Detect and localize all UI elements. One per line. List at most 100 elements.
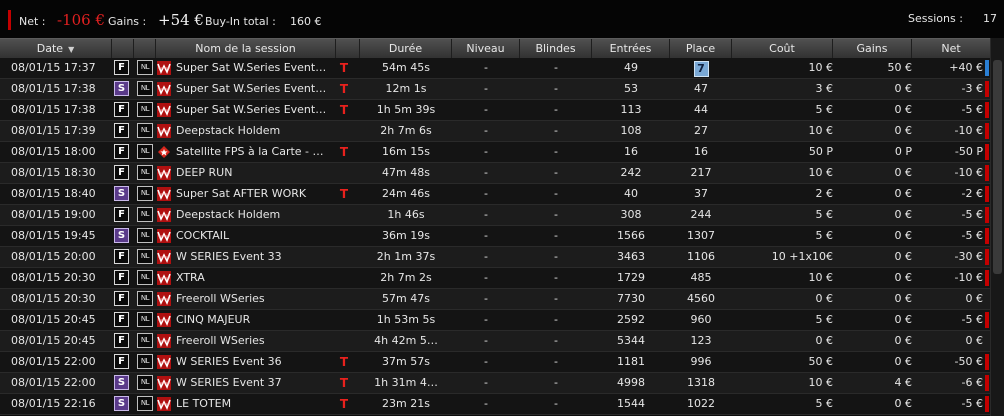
- column-header-blindes[interactable]: Blindes: [520, 39, 592, 58]
- table-row[interactable]: 08/01/15 18:30 F NL DEEP RUN 47m 48s - -…: [0, 163, 990, 184]
- ticket-icon: T: [339, 103, 349, 117]
- cost-cell: 50 P: [808, 145, 833, 158]
- limit-badge: NL: [137, 60, 153, 75]
- blinds-cell: -: [554, 82, 558, 95]
- session-name: Freeroll WSeries: [176, 292, 265, 305]
- place-cell: 217: [690, 166, 712, 179]
- place-cell: 47: [694, 82, 708, 95]
- level-cell: -: [484, 124, 488, 137]
- duration-cell: 2h 1m 37s: [376, 250, 436, 263]
- duration-cell: 23m 21s: [382, 397, 430, 410]
- gains-cell: 0 €: [894, 355, 913, 368]
- table-row[interactable]: 08/01/15 17:38 F NL Super Sat W.Series E…: [0, 100, 990, 121]
- cost-cell: 3 €: [815, 82, 834, 95]
- column-header-duree[interactable]: Durée: [360, 39, 452, 58]
- level-cell: -: [484, 82, 488, 95]
- cost-cell: 5 €: [815, 208, 834, 221]
- result-flag: [985, 123, 989, 139]
- gains-label: Gains :: [108, 15, 147, 28]
- result-flag: [985, 102, 989, 118]
- winamax-icon: [157, 229, 171, 243]
- buyin-label: Buy-In total :: [205, 15, 276, 28]
- gains-cell: 0 €: [894, 229, 913, 242]
- column-header-nl[interactable]: [134, 39, 156, 58]
- table-row[interactable]: 08/01/15 17:39 F NL Deepstack Holdem 2h …: [0, 121, 990, 142]
- date-cell: 08/01/15 19:00: [11, 208, 96, 221]
- entries-cell: 242: [620, 166, 642, 179]
- winamax-icon: [157, 313, 171, 327]
- table-row[interactable]: 08/01/15 20:00 F NL W SERIES Event 33 2h…: [0, 247, 990, 268]
- game-type-badge: F: [114, 102, 129, 117]
- table-row[interactable]: 08/01/15 22:00 F NL W SERIES Event 36 T …: [0, 352, 990, 373]
- result-flag: [985, 228, 989, 244]
- game-type-badge: S: [114, 396, 129, 411]
- session-name: LE TOTEM: [176, 397, 232, 410]
- duration-cell: 47m 48s: [382, 166, 430, 179]
- blinds-cell: -: [554, 376, 558, 389]
- net-indicator-bar: [8, 10, 11, 30]
- column-header-type[interactable]: [112, 39, 134, 58]
- cost-cell: 10 €: [808, 166, 834, 179]
- date-cell: 08/01/15 20:45: [11, 334, 96, 347]
- column-header-niveau[interactable]: Niveau: [452, 39, 520, 58]
- blinds-cell: -: [554, 103, 558, 116]
- column-header-date[interactable]: Date ▼: [0, 39, 112, 58]
- column-header-place[interactable]: Place: [670, 39, 732, 58]
- session-name: Deepstack Holdem: [176, 208, 281, 221]
- vertical-scrollbar[interactable]: [990, 38, 1004, 416]
- entries-cell: 1181: [617, 355, 645, 368]
- net-cell: -6 €: [961, 376, 983, 389]
- game-type-badge: S: [114, 186, 129, 201]
- column-header-cout[interactable]: Coût: [732, 39, 833, 58]
- column-header-ticket[interactable]: [336, 39, 360, 58]
- level-cell: -: [484, 229, 488, 242]
- ticket-icon: [338, 289, 350, 309]
- blinds-cell: -: [554, 397, 558, 410]
- net-cell: -5 €: [961, 103, 983, 116]
- column-header-name[interactable]: Nom de la session: [156, 39, 336, 58]
- column-header-entrees[interactable]: Entrées: [592, 39, 670, 58]
- session-name: Super Sat W.Series Event…: [176, 61, 327, 74]
- table-row[interactable]: 08/01/15 19:00 F NL Deepstack Holdem 1h …: [0, 205, 990, 226]
- winamax-icon: [157, 124, 171, 138]
- result-flag: [985, 81, 989, 97]
- table-row[interactable]: 08/01/15 20:30 F NL XTRA 2h 7m 2s - - 17…: [0, 268, 990, 289]
- cost-cell: 5 €: [815, 397, 834, 410]
- table-row[interactable]: 08/01/15 22:00 S NL W SERIES Event 37 T …: [0, 373, 990, 394]
- table-row[interactable]: 08/01/15 20:45 F NL Freeroll WSeries 4h …: [0, 331, 990, 352]
- limit-badge: NL: [137, 396, 153, 411]
- winamax-icon: [157, 187, 171, 201]
- blinds-cell: -: [554, 250, 558, 263]
- table-row[interactable]: 08/01/15 20:45 F NL CINQ MAJEUR 1h 53m 5…: [0, 310, 990, 331]
- game-type-badge: S: [114, 81, 129, 96]
- result-flag: [985, 270, 989, 286]
- date-cell: 08/01/15 22:16: [11, 397, 96, 410]
- table-row[interactable]: 08/01/15 20:30 F NL Freeroll WSeries 57m…: [0, 289, 990, 310]
- cost-cell: 50 €: [808, 355, 834, 368]
- table-row[interactable]: 08/01/15 17:38 S NL Super Sat W.Series E…: [0, 79, 990, 100]
- scrollbar-thumb[interactable]: [993, 60, 1002, 274]
- level-cell: -: [484, 292, 488, 305]
- cost-cell: 5 €: [815, 103, 834, 116]
- table-row[interactable]: 08/01/15 18:40 S NL Super Sat AFTER WORK…: [0, 184, 990, 205]
- table-row[interactable]: 08/01/15 17:37 F NL Super Sat W.Series E…: [0, 58, 990, 79]
- date-cell: 08/01/15 19:45: [11, 229, 96, 242]
- winamax-icon: [157, 250, 171, 264]
- blinds-cell: -: [554, 124, 558, 137]
- duration-cell: 2h 7m 6s: [380, 124, 432, 137]
- column-header-net[interactable]: Net: [912, 39, 990, 58]
- table-row[interactable]: 08/01/15 19:45 S NL COCKTAIL 36m 19s - -…: [0, 226, 990, 247]
- table-row[interactable]: 08/01/15 22:16 S NL LE TOTEM T 23m 21s -…: [0, 394, 990, 415]
- net-cell: -5 €: [961, 229, 983, 242]
- table-row[interactable]: 08/01/15 18:00 F NL Satellite FPS à la C…: [0, 142, 990, 163]
- column-header-gains[interactable]: Gains: [833, 39, 912, 58]
- date-cell: 08/01/15 22:00: [11, 355, 96, 368]
- session-name: XTRA: [176, 271, 205, 284]
- place-cell: 16: [694, 145, 708, 158]
- net-cell: -50 P: [954, 145, 983, 158]
- result-flag: [985, 186, 989, 202]
- gains-cell: 0 €: [894, 292, 913, 305]
- ticket-icon: [338, 205, 350, 225]
- ticket-icon: [338, 247, 350, 267]
- result-flag: [985, 396, 989, 412]
